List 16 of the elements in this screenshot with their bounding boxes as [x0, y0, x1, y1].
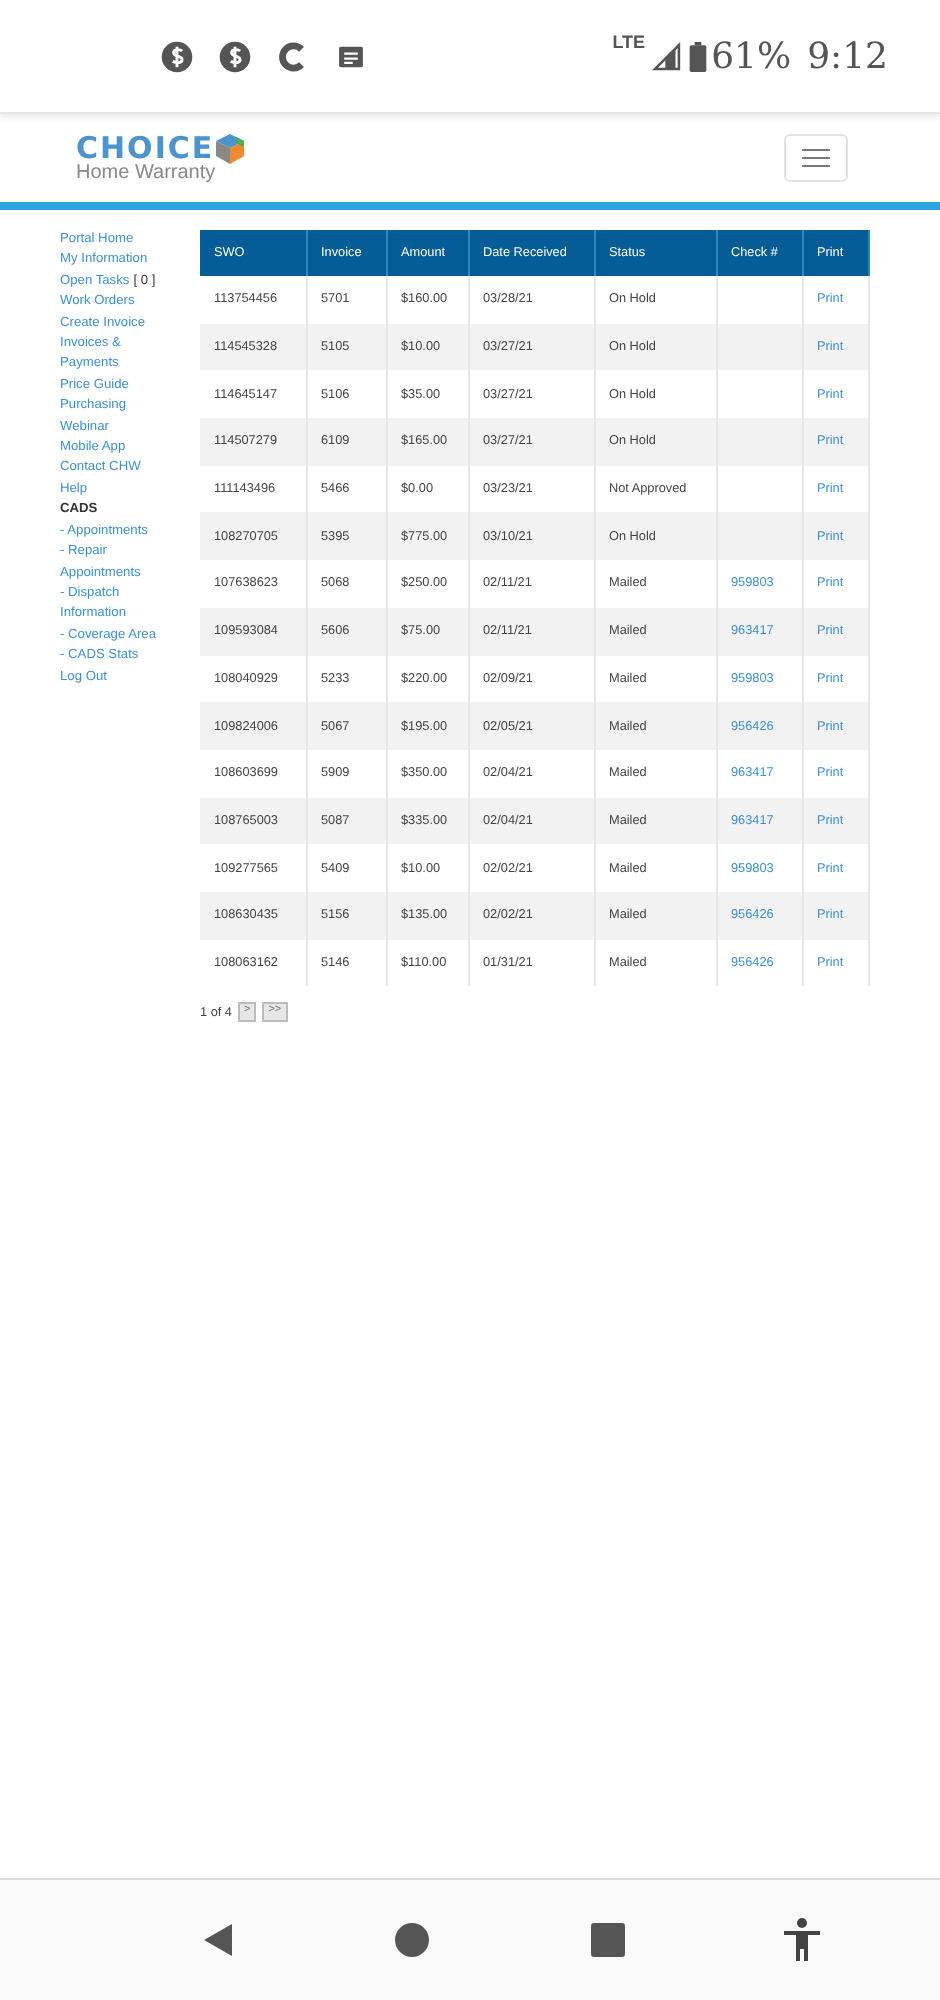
accessibility-icon[interactable] [784, 1918, 821, 1962]
cube-logo-icon [216, 133, 245, 163]
menu-button[interactable] [784, 134, 848, 182]
dollar-icon [160, 39, 194, 73]
battery-percent: 61% [711, 35, 792, 77]
signal-icon [649, 39, 684, 73]
back-icon[interactable] [199, 1922, 236, 1958]
menu-icon [802, 148, 830, 168]
clock-time: 9:12 [807, 35, 888, 77]
battery-icon [687, 39, 708, 73]
home-icon[interactable] [394, 1922, 431, 1958]
recents-icon[interactable] [589, 1922, 626, 1958]
network-type: LTE [612, 31, 646, 51]
logo-subtitle: Home Warranty [76, 163, 218, 183]
logo-wordmark: CHOICE [76, 133, 215, 163]
dollar-icon [218, 39, 252, 73]
